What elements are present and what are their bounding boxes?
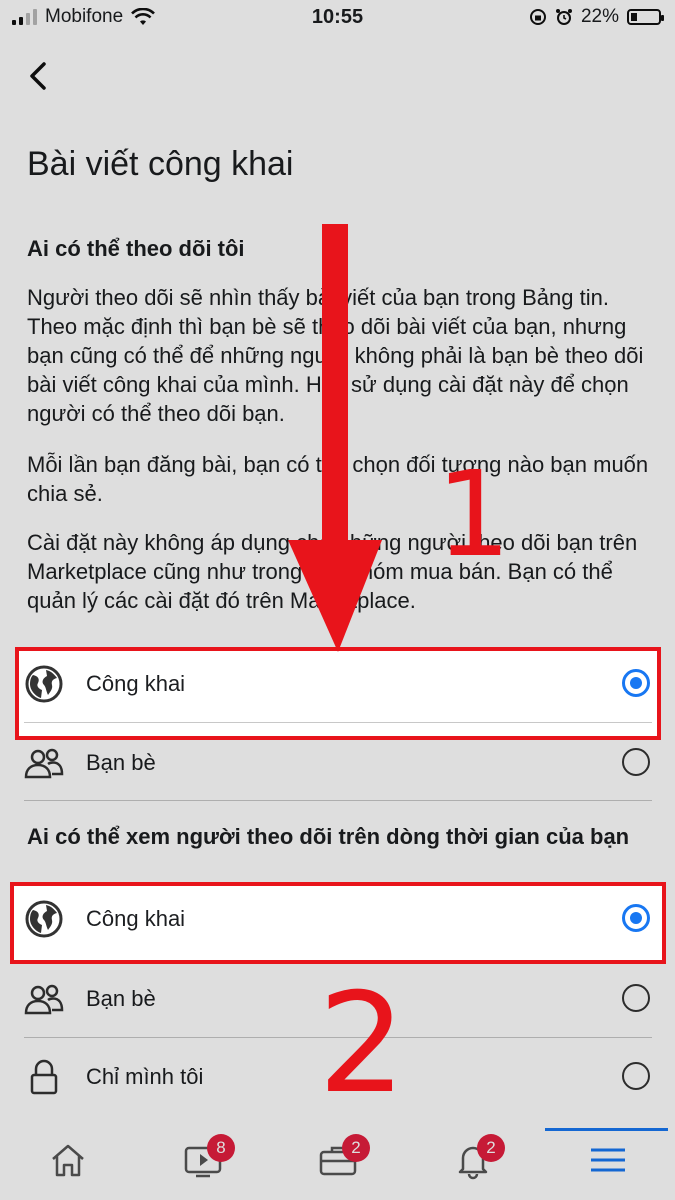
annotation-number-2: 2 bbox=[318, 963, 406, 1124]
alarm-icon bbox=[555, 9, 572, 25]
option-label: Công khai bbox=[86, 671, 186, 696]
notifications-badge: 2 bbox=[477, 1134, 505, 1162]
lock-icon bbox=[24, 1057, 64, 1097]
description-paragraph: Mỗi lần bạn đăng bài, bạn có thể chọn đố… bbox=[27, 452, 649, 506]
divider bbox=[24, 722, 652, 723]
tab-home[interactable] bbox=[0, 1120, 135, 1200]
tab-marketplace[interactable]: 2 bbox=[270, 1120, 405, 1200]
section-heading-followers: Ai có thể theo dõi tôi bbox=[27, 236, 245, 261]
radio-unselected[interactable] bbox=[622, 1062, 650, 1090]
option-label: Bạn bè bbox=[86, 750, 156, 775]
back-button[interactable] bbox=[24, 56, 54, 96]
globe-icon bbox=[24, 664, 64, 704]
chevron-left-icon bbox=[30, 62, 46, 90]
battery-percent: 22% bbox=[580, 6, 619, 27]
description-paragraph: Cài đặt này không áp dụng cho những ngườ… bbox=[27, 530, 638, 613]
description-paragraph: Người theo dõi sẽ nhìn thấy bài viết của… bbox=[27, 285, 644, 426]
rotation-lock-icon bbox=[529, 9, 546, 25]
annotation-number-1: 1 bbox=[436, 445, 512, 583]
tab-menu[interactable] bbox=[540, 1120, 675, 1200]
divider bbox=[24, 800, 652, 801]
option-label: Công khai bbox=[86, 906, 186, 931]
option-label: Chỉ mình tôi bbox=[86, 1064, 204, 1089]
home-icon bbox=[51, 1144, 84, 1177]
page-title: Bài viết công khai bbox=[27, 145, 294, 183]
tab-watch[interactable]: 8 bbox=[135, 1120, 270, 1200]
menu-icon bbox=[590, 1148, 625, 1172]
watch-badge: 8 bbox=[207, 1134, 235, 1162]
radio-unselected[interactable] bbox=[622, 748, 650, 776]
battery-icon bbox=[627, 9, 664, 25]
section-heading-follower-visibility: Ai có thể xem người theo dõi trên dòng t… bbox=[27, 824, 630, 849]
friends-icon bbox=[24, 979, 64, 1019]
marketplace-badge: 2 bbox=[342, 1134, 370, 1162]
globe-icon bbox=[24, 899, 64, 939]
status-bar: Mobifone 10:55 22% bbox=[0, 0, 675, 36]
bottom-navigation: 8 2 2 bbox=[0, 1120, 675, 1200]
option-public-visibility[interactable]: Công khai bbox=[24, 880, 652, 958]
radio-unselected[interactable] bbox=[622, 984, 650, 1012]
radio-selected[interactable] bbox=[622, 669, 650, 697]
tab-notifications[interactable]: 2 bbox=[405, 1120, 540, 1200]
radio-selected[interactable] bbox=[622, 904, 650, 932]
option-public-followers[interactable]: Công khai bbox=[24, 645, 652, 723]
option-label: Bạn bè bbox=[86, 986, 156, 1011]
active-tab-indicator bbox=[545, 1128, 668, 1131]
friends-icon bbox=[24, 743, 64, 783]
